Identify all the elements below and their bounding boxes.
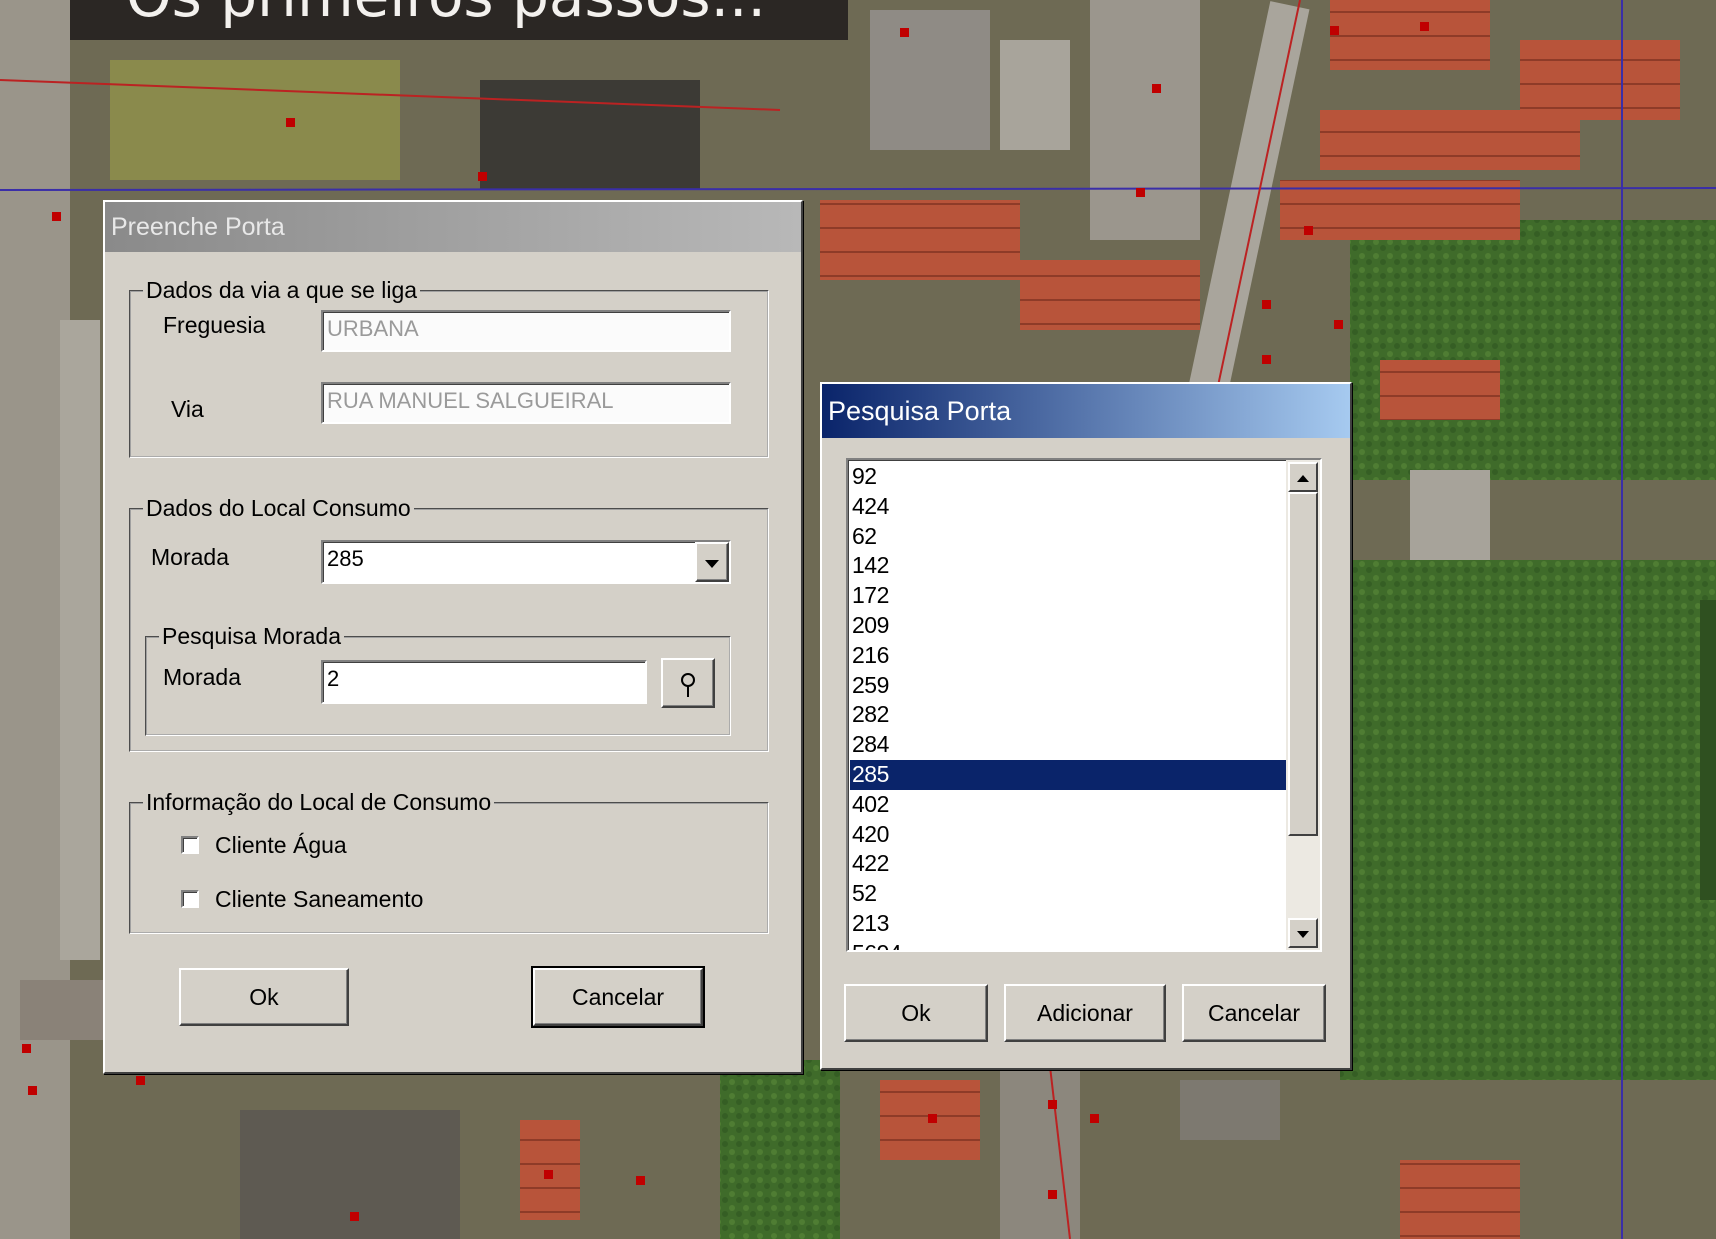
search-icon xyxy=(681,672,695,697)
list-item[interactable]: 216 xyxy=(850,641,1286,671)
arrow-down-icon xyxy=(1297,930,1309,938)
search-button[interactable] xyxy=(661,658,715,708)
scroll-down-button[interactable] xyxy=(1288,918,1318,948)
list-item[interactable]: 213 xyxy=(850,909,1286,939)
cancelar-button[interactable]: Cancelar xyxy=(531,966,705,1028)
arrow-up-icon xyxy=(1297,474,1309,482)
dialog-title: Pesquisa Porta xyxy=(828,396,1012,426)
cliente-agua-label[interactable]: Cliente Água xyxy=(215,832,347,859)
list-item[interactable]: 402 xyxy=(850,790,1286,820)
porta-listbox[interactable]: 92 424 62 142 172 209 216 259 282 284 285 402 420 422… xyxy=(846,458,1322,952)
freguesia-label: Freguesia xyxy=(163,312,266,338)
cliente-saneamento-label[interactable]: Cliente Saneamento xyxy=(215,886,423,913)
cliente-saneamento-checkbox[interactable] xyxy=(181,890,199,908)
list-item[interactable]: 424 xyxy=(850,492,1286,522)
morada-dropdown-button[interactable] xyxy=(695,542,729,582)
freguesia-field[interactable]: URBANA xyxy=(321,310,731,352)
dialog-title: Preenche Porta xyxy=(111,213,285,241)
pesquisa-morada-legend: Pesquisa Morada xyxy=(159,623,344,650)
via-group-legend: Dados da via a que se liga xyxy=(143,277,421,304)
info-group-legend: Informação do Local de Consumo xyxy=(143,789,495,816)
list-item[interactable]: 5694 xyxy=(850,939,1286,950)
morada-label: Morada xyxy=(151,544,229,570)
porta-list: 92 424 62 142 172 209 216 259 282 284 285 402 420 422… xyxy=(850,462,1286,950)
preenche-porta-dialog: Preenche Porta Dados da via a que se lig… xyxy=(103,200,803,1074)
list-item[interactable]: 209 xyxy=(850,611,1286,641)
cliente-agua-checkbox[interactable] xyxy=(181,836,199,854)
ok-button[interactable]: Ok xyxy=(179,968,349,1026)
list-item[interactable]: 282 xyxy=(850,700,1286,730)
pesquisa-porta-dialog: Pesquisa Porta 92 424 62 142 172 209 216 259 282… xyxy=(820,382,1352,1070)
list-item[interactable]: 285 xyxy=(850,759,1286,790)
list-item[interactable]: 172 xyxy=(850,581,1286,611)
list-item[interactable]: 420 xyxy=(850,820,1286,850)
list-item[interactable]: 52 xyxy=(850,879,1286,909)
list-item[interactable]: 142 xyxy=(850,551,1286,581)
local-consumo-legend: Dados do Local Consumo xyxy=(143,495,414,522)
info-group: Informação do Local de Consumo xyxy=(129,789,769,934)
morada-select[interactable]: 285 xyxy=(321,540,731,584)
list-item[interactable]: 259 xyxy=(850,671,1286,701)
pesquisa-morada-input[interactable]: 2 xyxy=(321,660,647,704)
scrollbar-thumb[interactable] xyxy=(1288,492,1318,836)
preenche-porta-titlebar[interactable]: Preenche Porta xyxy=(105,202,801,252)
via-label: Via xyxy=(171,396,204,422)
via-field[interactable]: RUA MANUEL SALGUEIRAL xyxy=(321,382,731,424)
pesquisa-morada-label: Morada xyxy=(163,664,241,690)
list-item[interactable]: 284 xyxy=(850,730,1286,760)
adicionar-button[interactable]: Adicionar xyxy=(1004,984,1166,1042)
chevron-down-icon xyxy=(705,559,719,568)
list-item[interactable]: 422 xyxy=(850,849,1286,879)
pesquisa-porta-titlebar[interactable]: Pesquisa Porta xyxy=(822,384,1350,438)
scroll-up-button[interactable] xyxy=(1288,462,1318,492)
list-item[interactable]: 92 xyxy=(850,462,1286,492)
cancelar-button[interactable]: Cancelar xyxy=(1182,984,1326,1042)
list-item[interactable]: 62 xyxy=(850,522,1286,552)
ok-button[interactable]: Ok xyxy=(844,984,988,1042)
slide-title: Os primeiros passos... xyxy=(70,0,848,40)
vertical-scrollbar[interactable] xyxy=(1286,460,1320,950)
morada-select-value: 285 xyxy=(327,546,364,571)
